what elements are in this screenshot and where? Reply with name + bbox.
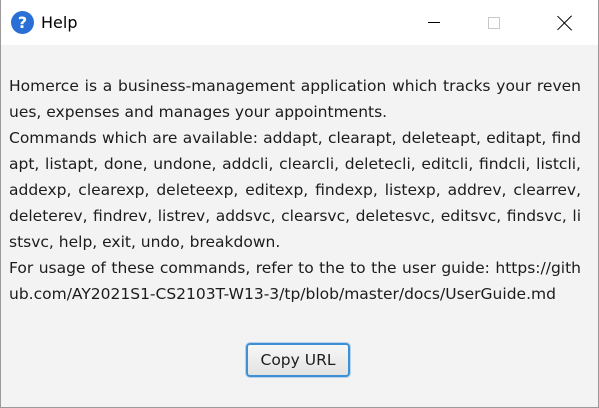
- help-message: Homerce is a business-management applica…: [9, 73, 581, 307]
- close-button[interactable]: [542, 0, 588, 45]
- copy-url-button[interactable]: Copy URL: [246, 343, 350, 377]
- minimize-button[interactable]: [411, 0, 457, 45]
- help-window: ? Help Homerce is a business-management …: [0, 0, 599, 408]
- minimize-icon: [428, 22, 440, 23]
- close-icon: [557, 15, 573, 31]
- help-question-icon: ?: [11, 11, 34, 34]
- title-bar[interactable]: ? Help: [1, 0, 598, 45]
- help-description: Homerce is a business-management applica…: [9, 77, 581, 121]
- maximize-icon: [488, 16, 500, 29]
- window-title: Help: [41, 13, 78, 32]
- help-commands: Commands which are available: addapt, cl…: [9, 129, 581, 251]
- help-usage: For usage of these commands, refer to th…: [9, 259, 581, 303]
- maximize-button[interactable]: [471, 0, 517, 45]
